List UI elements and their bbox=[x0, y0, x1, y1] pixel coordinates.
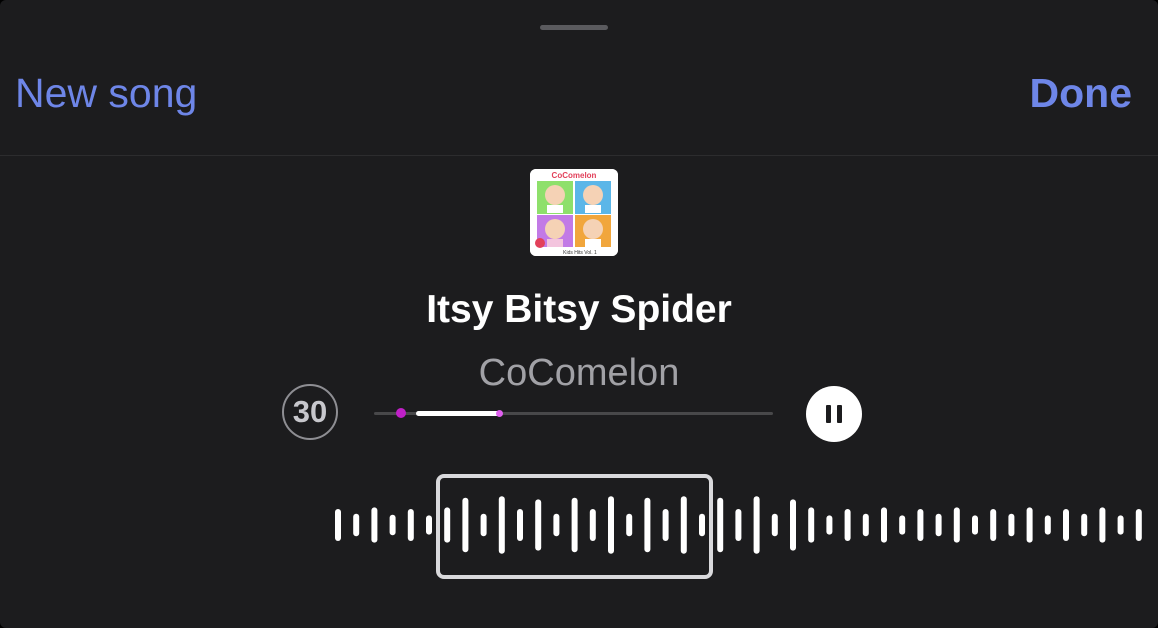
waveform-bar bbox=[1081, 513, 1088, 537]
waveform-bar bbox=[881, 507, 887, 543]
waveform-bar bbox=[735, 509, 742, 541]
waveform-bar bbox=[972, 515, 978, 535]
progress-end-handle[interactable] bbox=[495, 410, 503, 417]
waveform-selection-window[interactable] bbox=[436, 474, 713, 579]
waveform-bar bbox=[844, 509, 851, 541]
song-picker-sheet: New song Done CoComelon Kids Hits Vol. 1… bbox=[0, 0, 1158, 628]
track-artist: CoComelon bbox=[478, 352, 680, 394]
track-title: Itsy Bitsy Spider bbox=[426, 288, 732, 331]
waveform-bar bbox=[1044, 515, 1051, 535]
waveform-bar bbox=[353, 513, 360, 537]
waveform-bar bbox=[1008, 513, 1015, 537]
waveform-bar bbox=[826, 515, 833, 535]
progress-start-handle[interactable] bbox=[395, 408, 406, 418]
waveform-bar bbox=[1117, 515, 1124, 535]
waveform-bar bbox=[771, 513, 778, 537]
waveform-bar bbox=[1026, 507, 1033, 543]
waveform-bar bbox=[917, 509, 924, 541]
waveform-bar bbox=[953, 507, 960, 543]
waveform-bar bbox=[1063, 509, 1069, 541]
progress-fill bbox=[415, 411, 502, 416]
waveform-bar bbox=[1099, 507, 1106, 543]
sheet-grabber[interactable] bbox=[540, 25, 608, 30]
waveform-bar bbox=[790, 499, 796, 551]
waveform-bar bbox=[426, 515, 432, 535]
artwork-brand-text: CoComelon bbox=[552, 171, 597, 180]
waveform-bar bbox=[371, 507, 378, 543]
waveform-bar bbox=[862, 513, 869, 537]
waveform-bar bbox=[407, 509, 414, 541]
waveform-bar bbox=[1135, 509, 1142, 541]
waveform-bar bbox=[899, 515, 906, 535]
done-button[interactable]: Done bbox=[1030, 68, 1133, 118]
artwork-caption: Kids Hits Vol. 1 bbox=[563, 250, 597, 256]
waveform-bar bbox=[389, 514, 396, 536]
waveform-bar bbox=[990, 509, 997, 541]
header-divider bbox=[0, 155, 1158, 156]
album-artwork: CoComelon Kids Hits Vol. 1 bbox=[530, 169, 618, 256]
waveform-bar bbox=[717, 497, 724, 553]
waveform-bar bbox=[808, 507, 815, 543]
pause-button[interactable] bbox=[806, 386, 862, 442]
skip-30-button[interactable]: 30 bbox=[282, 384, 338, 440]
waveform-bar bbox=[753, 496, 760, 554]
new-song-button[interactable]: New song bbox=[15, 68, 197, 118]
waveform-bar bbox=[335, 509, 341, 541]
waveform-bar bbox=[935, 513, 942, 537]
skip-30-label: 30 bbox=[292, 394, 328, 429]
